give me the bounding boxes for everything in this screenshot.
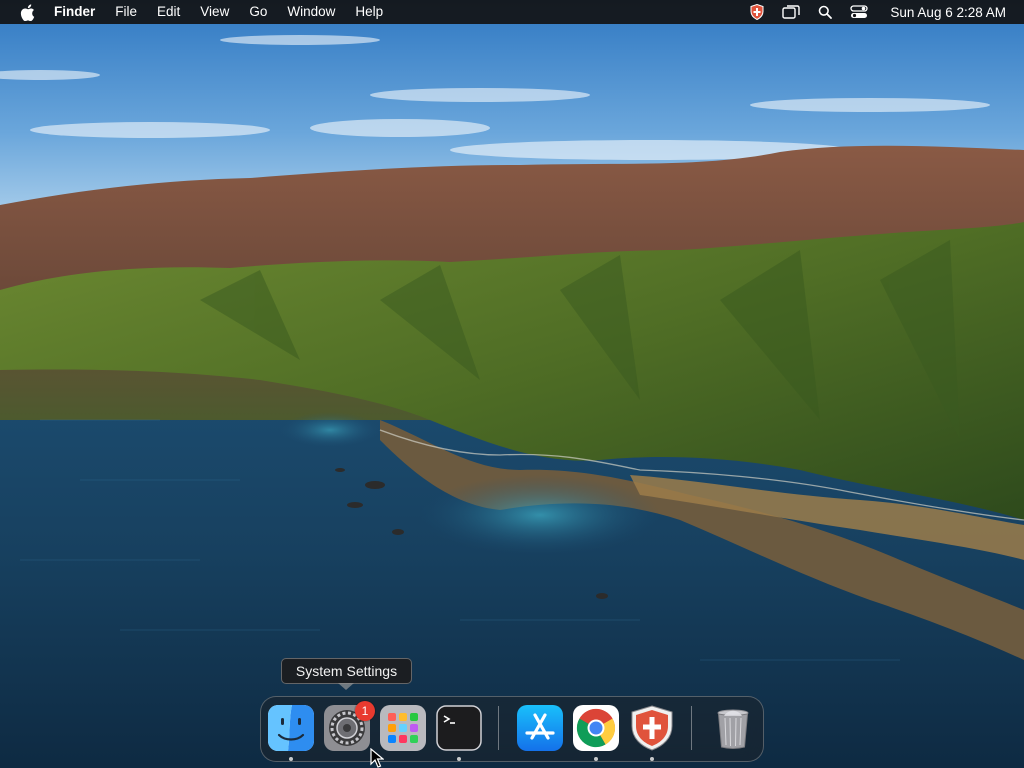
menu-bar: Finder File Edit View Go Window Help Sun… [0, 0, 1024, 24]
menu-edit[interactable]: Edit [147, 0, 190, 24]
dock-chrome[interactable] [573, 705, 619, 751]
notification-badge: 1 [355, 701, 375, 721]
desktop-wallpaper [0, 0, 1024, 768]
dock-tooltip: System Settings [281, 658, 412, 684]
dock-terminal[interactable] [436, 705, 482, 751]
dock-launchpad[interactable] [380, 705, 426, 751]
shield-icon[interactable] [747, 3, 767, 21]
search-icon[interactable] [815, 3, 835, 21]
dock-shield-app[interactable] [629, 705, 675, 751]
mouse-cursor-icon [370, 748, 384, 768]
chrome-icon [573, 705, 619, 751]
dock-trash[interactable] [710, 705, 756, 751]
dock-finder[interactable] [268, 705, 314, 751]
trash-icon [717, 709, 749, 749]
control-center-icon[interactable] [849, 3, 869, 21]
screen-mirroring-icon[interactable] [781, 3, 801, 21]
terminal-icon [436, 705, 482, 751]
menu-help[interactable]: Help [345, 0, 393, 24]
running-indicator [289, 757, 293, 761]
menu-window[interactable]: Window [277, 0, 345, 24]
menubar-clock[interactable]: Sun Aug 6 2:28 AM [890, 5, 1006, 20]
app-store-icon [517, 705, 563, 751]
dock-separator [691, 706, 692, 750]
running-indicator [650, 757, 654, 761]
running-indicator [594, 757, 598, 761]
dock-separator [498, 706, 499, 750]
launchpad-icon [380, 705, 426, 751]
apple-menu-icon[interactable] [14, 0, 40, 24]
menu-file[interactable]: File [105, 0, 147, 24]
menu-app-finder[interactable]: Finder [40, 0, 105, 24]
tooltip-arrow [338, 683, 354, 690]
menu-go[interactable]: Go [239, 0, 277, 24]
finder-icon [268, 705, 314, 751]
menu-view[interactable]: View [190, 0, 239, 24]
dock-app-store[interactable] [517, 705, 563, 751]
shield-app-icon [631, 705, 673, 751]
running-indicator [457, 757, 461, 761]
